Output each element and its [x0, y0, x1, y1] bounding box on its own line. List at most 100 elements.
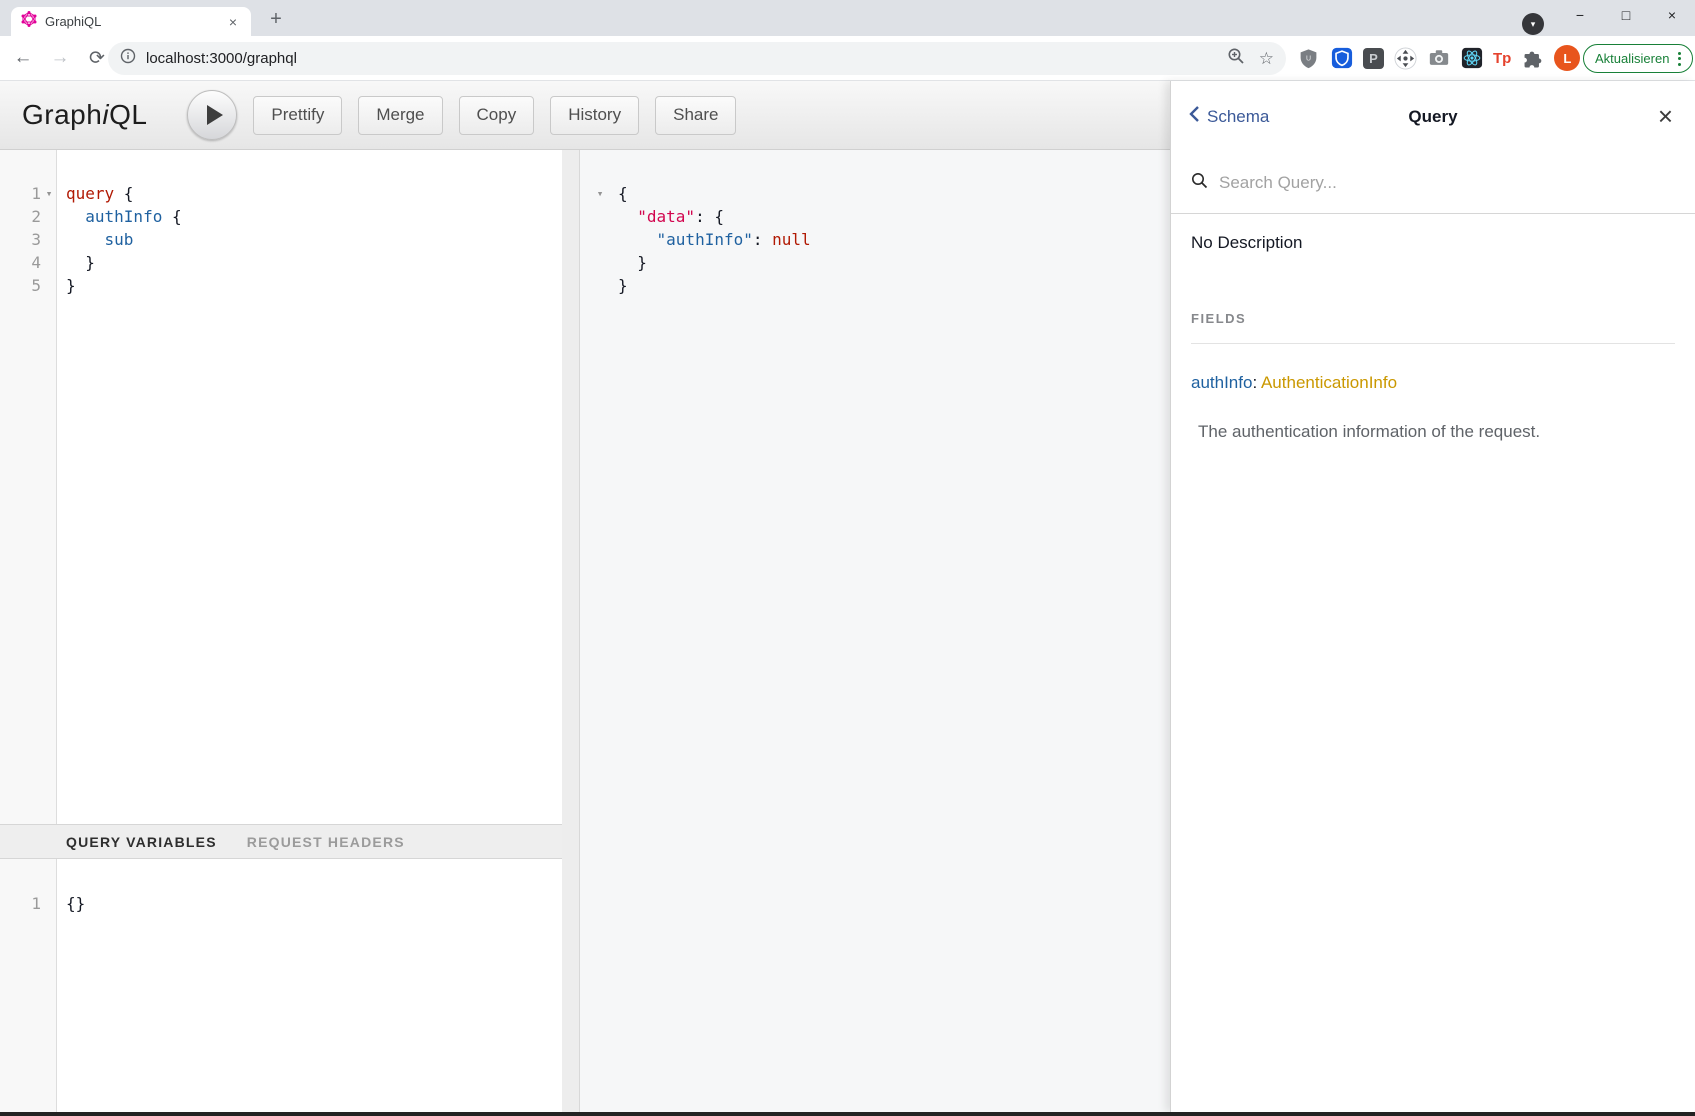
tab-query-variables[interactable]: QUERY VARIABLES	[66, 834, 217, 850]
fold-spacer	[41, 228, 57, 251]
window-controls: − □ ×	[1557, 0, 1695, 30]
field-entry: authInfo: AuthenticationInfo	[1191, 373, 1675, 393]
react-devtools-icon[interactable]	[1460, 47, 1483, 70]
update-label: Aktualisieren	[1595, 51, 1669, 66]
code-text: authInfo {	[57, 205, 182, 228]
code-line: 1▾query {	[0, 182, 562, 205]
graphql-favicon-icon	[21, 11, 37, 32]
tp-extension-icon[interactable]: Tp	[1493, 50, 1511, 67]
url-text[interactable]: localhost:3000/graphql	[146, 50, 1227, 67]
code-line: 1 {}	[0, 892, 562, 915]
prettify-button[interactable]: Prettify	[253, 96, 342, 135]
line-number: 1	[1, 892, 41, 915]
share-button[interactable]: Share	[655, 96, 736, 135]
pane-resize-divider[interactable]	[562, 150, 580, 1112]
browser-window: GraphiQL × + ▾ − □ × ← → ⟳ localhost:300…	[0, 0, 1695, 1116]
gutter-cell	[580, 205, 616, 228]
code-line: ▾{	[580, 182, 1170, 205]
window-close-button[interactable]: ×	[1649, 0, 1695, 30]
fold-spacer	[41, 892, 57, 915]
window-minimize-button[interactable]: −	[1557, 0, 1603, 30]
field-type-link[interactable]: AuthenticationInfo	[1261, 373, 1397, 392]
fields-section-label: FIELDS	[1191, 311, 1675, 344]
code-line: 2 authInfo {	[0, 205, 562, 228]
reload-icon[interactable]: ⟳	[86, 47, 108, 70]
gutter-cell: 3	[0, 228, 57, 251]
query-editor[interactable]: 1▾query {2 authInfo {3 sub4 }5}	[0, 150, 562, 824]
merge-button[interactable]: Merge	[358, 96, 442, 135]
bitwarden-icon[interactable]	[1330, 47, 1353, 70]
graphiql-logo: GraphiQL	[22, 99, 147, 131]
update-chrome-button[interactable]: Aktualisieren	[1583, 44, 1693, 73]
window-maximize-button[interactable]: □	[1603, 0, 1649, 30]
code-text: }	[616, 251, 647, 274]
docs-search-input[interactable]	[1219, 173, 1675, 193]
fold-arrow-icon[interactable]: ▾	[592, 182, 608, 205]
address-bar[interactable]: localhost:3000/graphql ☆	[108, 42, 1286, 75]
docs-title: Query	[1171, 81, 1695, 152]
graphiql-topbar: GraphiQL Prettify Merge Copy History Sha…	[0, 81, 1170, 150]
history-button[interactable]: History	[550, 96, 639, 135]
tab-search-menu-icon[interactable]: ▾	[1522, 13, 1544, 35]
code-text: }	[57, 274, 76, 297]
browser-tab[interactable]: GraphiQL ×	[11, 7, 251, 36]
field-description: The authentication information of the re…	[1191, 422, 1675, 442]
info-icon[interactable]	[120, 48, 136, 69]
bookmark-star-icon[interactable]: ☆	[1259, 49, 1274, 69]
tab-title: GraphiQL	[45, 14, 225, 29]
code-line: "data": {	[580, 205, 1170, 228]
docs-body: No Description FIELDS authInfo: Authenti…	[1171, 233, 1695, 442]
gutter-cell: 5	[0, 274, 57, 297]
back-icon[interactable]: ←	[12, 47, 34, 69]
code-text: {}	[57, 892, 85, 915]
gutter-cell	[580, 228, 616, 251]
code-text: }	[616, 274, 628, 297]
result-viewer[interactable]: ▾{ "data": { "authInfo": null }}	[580, 150, 1170, 1112]
code-text: query {	[57, 182, 133, 205]
play-icon	[207, 105, 223, 125]
fold-spacer	[592, 205, 608, 228]
line-number: 4	[1, 251, 41, 274]
fold-spacer	[41, 251, 57, 274]
tab-close-icon[interactable]: ×	[225, 14, 241, 30]
line-number: 3	[1, 228, 41, 251]
line-number: 1	[1, 182, 41, 205]
window-bottom-border	[0, 1112, 1695, 1116]
gutter-cell: 2	[0, 205, 57, 228]
zoom-icon[interactable]	[1227, 47, 1245, 70]
doc-explorer-header: Schema Query ×	[1171, 81, 1695, 152]
ublock-shield-icon[interactable]: U	[1297, 47, 1320, 70]
field-name-link[interactable]: authInfo	[1191, 373, 1252, 392]
code-text: {	[616, 182, 628, 205]
camera-icon[interactable]	[1427, 47, 1450, 70]
puzzle-extensions-icon[interactable]	[1521, 47, 1544, 70]
fold-spacer	[41, 205, 57, 228]
browser-toolbar: ← → ⟳ localhost:3000/graphql ☆ U P	[0, 36, 1695, 81]
docs-close-icon[interactable]: ×	[1658, 81, 1673, 152]
variables-editor[interactable]: 1 {}	[0, 859, 562, 1112]
fold-arrow-icon[interactable]: ▾	[41, 182, 57, 205]
menu-dots-icon[interactable]	[1678, 52, 1681, 66]
new-tab-button[interactable]: +	[262, 5, 290, 33]
docs-search-row	[1171, 152, 1695, 214]
code-text: "authInfo": null	[616, 228, 811, 251]
tab-strip: GraphiQL × + ▾ − □ ×	[0, 0, 1695, 36]
profile-avatar[interactable]: L	[1554, 45, 1580, 71]
tab-request-headers[interactable]: REQUEST HEADERS	[247, 834, 405, 850]
p-extension-icon[interactable]: P	[1363, 48, 1384, 69]
type-description: No Description	[1191, 233, 1675, 253]
gutter-cell: ▾	[580, 182, 616, 205]
code-text: sub	[57, 228, 133, 251]
gutter-cell: 1▾	[0, 182, 57, 205]
copy-button[interactable]: Copy	[459, 96, 535, 135]
line-number: 5	[1, 274, 41, 297]
code-line: "authInfo": null	[580, 228, 1170, 251]
fold-spacer	[592, 274, 608, 297]
extensions-row: U P Tp L	[1297, 36, 1580, 80]
gutter-cell	[580, 274, 616, 297]
code-text: "data": {	[616, 205, 724, 228]
search-icon	[1191, 172, 1208, 194]
move-pad-icon[interactable]	[1394, 47, 1417, 70]
execute-query-button[interactable]	[187, 90, 237, 140]
fold-spacer	[592, 251, 608, 274]
